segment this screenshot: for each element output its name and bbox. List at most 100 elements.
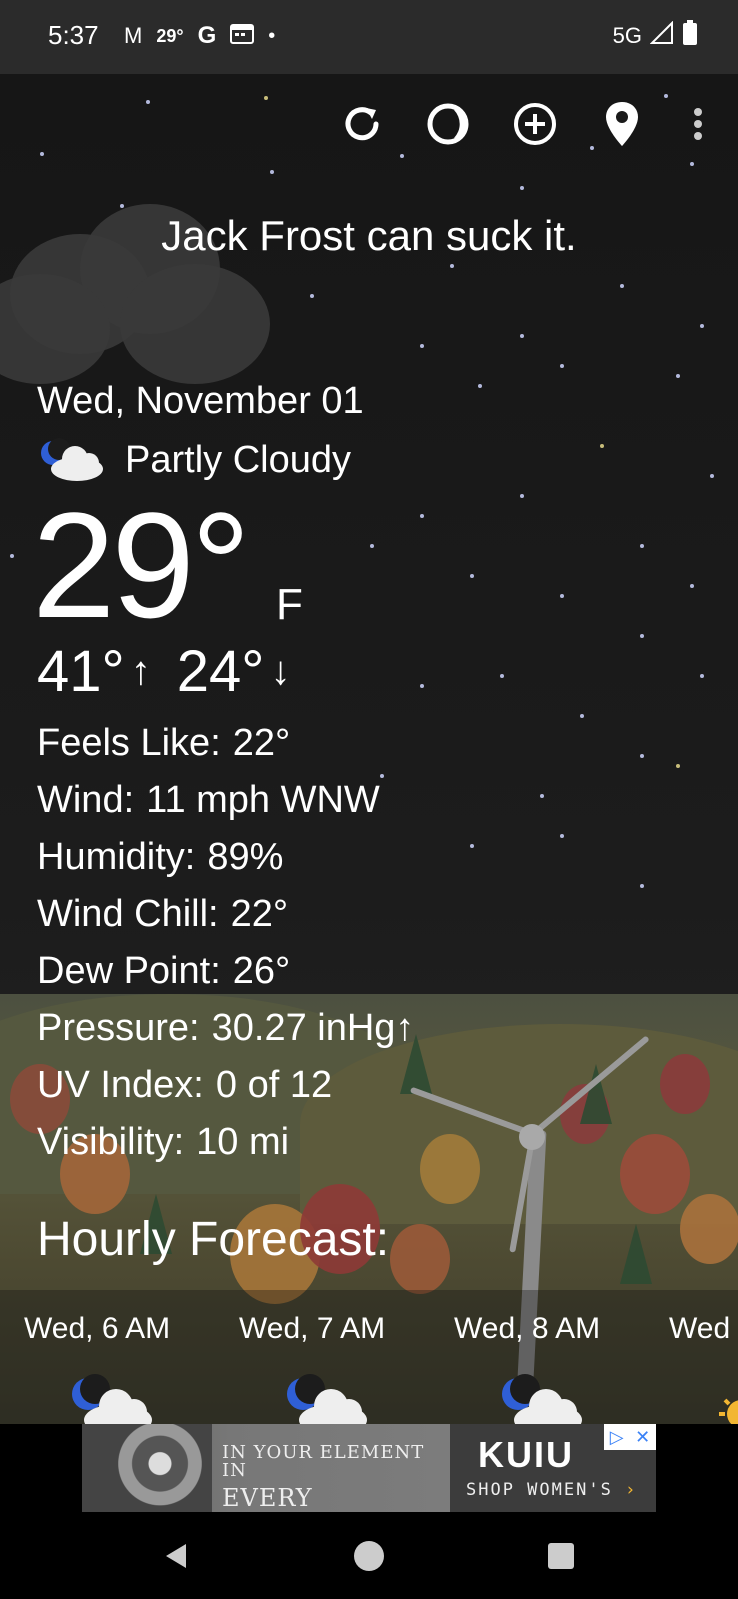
moon-cloud-icon (37, 437, 107, 483)
star (420, 344, 424, 348)
star (700, 674, 704, 678)
hourly-item[interactable]: Wed, 6 AM (24, 1290, 224, 1424)
star (520, 334, 524, 338)
hourly-item[interactable]: Wed, 7 AM (239, 1290, 439, 1424)
star (560, 364, 564, 368)
star (520, 494, 524, 498)
star (700, 324, 704, 328)
star (640, 544, 644, 548)
star (620, 284, 624, 288)
down-arrow-icon: ↓ (270, 649, 291, 693)
star (450, 264, 454, 268)
star (540, 794, 544, 798)
current-date: Wed, November 01 (37, 380, 364, 422)
moon-cloud-icon (502, 1374, 582, 1424)
add-location-button[interactable] (507, 96, 563, 152)
up-arrow-icon: ↑ (130, 649, 151, 693)
star (560, 594, 564, 598)
signal-icon (649, 20, 674, 51)
status-system-icons: 5G (613, 20, 698, 52)
star (500, 674, 504, 678)
google-icon: G (197, 22, 217, 49)
autumn-tree (620, 1134, 690, 1214)
recents-button[interactable] (533, 1528, 589, 1584)
status-notification-icons: M 29° G • (124, 22, 275, 50)
recents-icon (548, 1543, 574, 1569)
star (470, 844, 474, 848)
low-temperature: 24° (176, 639, 265, 704)
hourly-time: Wed, 7 AM (239, 1312, 386, 1345)
moon-cloud-icon (72, 1374, 152, 1424)
calendar-icon (230, 22, 255, 50)
weather-details: Feels Like: 22° Wind: 11 mph WNW Humidity:… (37, 718, 414, 1174)
status-bar: 5:37 M 29° G • 5G (0, 0, 738, 74)
navigation-bar (0, 1512, 738, 1599)
detail-humidity: Humidity: 89% (37, 836, 284, 878)
star (470, 574, 474, 578)
hourly-time: Wed (669, 1312, 731, 1345)
status-time: 5:37 (48, 20, 99, 50)
star (10, 554, 14, 558)
moon-cloud-icon (287, 1374, 367, 1424)
background-cloud (120, 264, 270, 384)
star (420, 514, 424, 518)
star (676, 764, 680, 768)
adchoices-icon[interactable]: ▷ (610, 1427, 624, 1448)
star (690, 584, 694, 588)
high-temperature: 41° (37, 639, 125, 704)
location-button[interactable] (594, 96, 650, 152)
ad-content[interactable]: IN YOUR ELEMENT IN EVERY ELEMENT KUIU SH… (82, 1424, 656, 1534)
autumn-tree (420, 1134, 480, 1204)
home-button[interactable] (341, 1528, 397, 1584)
back-button[interactable] (148, 1528, 204, 1584)
detail-pressure: Pressure: 30.27 inHg↑ (37, 1007, 415, 1049)
detail-feels-like: Feels Like: 22° (37, 722, 291, 764)
chevron-right-icon: › (625, 1480, 638, 1500)
ad-controls: ▷ ✕ (604, 1424, 656, 1450)
location-pin-icon (606, 102, 638, 146)
ad-brand-logo: KUIU (478, 1434, 574, 1475)
toolbar (0, 96, 738, 156)
ad-banner[interactable]: IN YOUR ELEMENT IN EVERY ELEMENT KUIU SH… (0, 1424, 738, 1534)
quote-text: Jack Frost can suck it. (161, 212, 577, 259)
star (710, 474, 714, 478)
close-icon[interactable]: ✕ (635, 1427, 650, 1448)
battery-icon (682, 20, 698, 52)
hourly-time: Wed, 6 AM (24, 1312, 171, 1345)
star (478, 384, 482, 388)
high-low-temperature: 41° ↑ 24° ↓ (37, 638, 290, 705)
star (560, 834, 564, 838)
theme-button[interactable] (420, 96, 476, 152)
theme-icon (427, 103, 469, 145)
star (580, 714, 584, 718)
ad-photo (82, 1424, 212, 1512)
star (640, 634, 644, 638)
current-temperature: 29° (32, 481, 251, 649)
star (370, 544, 374, 548)
ad-image-area[interactable]: IN YOUR ELEMENT IN EVERY ELEMENT (82, 1424, 450, 1534)
dot-icon: • (268, 24, 276, 47)
detail-wind: Wind: 11 mph WNW (37, 779, 380, 821)
more-options-icon (694, 108, 702, 140)
star (520, 186, 524, 190)
current-condition: Partly Cloudy (37, 437, 351, 483)
detail-wind-chill: Wind Chill: 22° (37, 893, 289, 935)
star (310, 294, 314, 298)
star (690, 162, 694, 166)
network-type: 5G (612, 23, 642, 48)
refresh-button[interactable] (334, 96, 390, 152)
hourly-forecast-title: Hourly Forecast: (37, 1213, 390, 1266)
detail-dew-point: Dew Point: 26° (37, 950, 291, 992)
hourly-forecast-strip[interactable]: Wed, 6 AM Wed, 7 AM Wed, 8 AM Wed (0, 1290, 738, 1424)
condition-text: Partly Cloudy (125, 438, 351, 481)
temperature-unit: F (276, 580, 303, 629)
autumn-tree (680, 1194, 738, 1264)
autumn-tree (660, 1054, 710, 1114)
add-location-icon (514, 103, 556, 145)
autumn-tree (390, 1224, 450, 1294)
ad-cta[interactable]: SHOP WOMEN'S › (466, 1480, 637, 1500)
hourly-item[interactable]: Wed, 8 AM (454, 1290, 654, 1424)
hourly-item[interactable]: Wed (669, 1290, 738, 1424)
ad-brand-area[interactable]: KUIU SHOP WOMEN'S › ▷ ✕ (450, 1424, 656, 1512)
more-options-button[interactable] (670, 96, 726, 152)
